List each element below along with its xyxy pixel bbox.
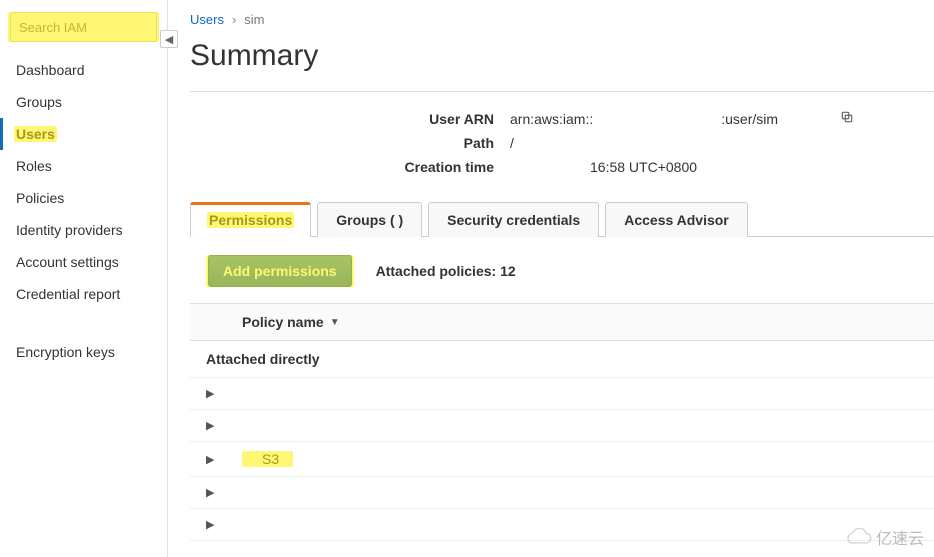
user-arn-label: User ARN [190,111,510,127]
user-creation-label: Creation time [190,159,510,175]
breadcrumb-users-link[interactable]: Users [190,12,224,27]
sort-caret-icon: ▼ [330,317,340,328]
user-path-value: / [510,135,514,151]
sidebar-item-label: Encryption keys [16,344,115,360]
tab-access-advisor[interactable]: Access Advisor [605,202,748,237]
sidebar-item-roles[interactable]: Roles [0,150,167,182]
table-row[interactable]: ▶ S3 [190,442,934,477]
main-content: Users › sim Summary User ARN arn:aws:iam… [168,0,934,557]
sidebar-item-credential-report[interactable]: Credential report [0,278,167,310]
table-row[interactable]: ▶ [190,509,934,541]
tab-groups[interactable]: Groups ( ) [317,202,422,237]
table-row[interactable]: ▶ [190,477,934,509]
sidebar-item-label: Account settings [16,254,119,270]
column-header-policy-name[interactable]: Policy name ▼ [230,304,352,340]
add-permissions-button[interactable]: Add permissions [208,255,352,287]
policy-table: Policy name ▼ Attached directly ▶ ▶ ▶ S3 [190,303,934,541]
policy-name: S3 [244,451,291,467]
tab-security-credentials[interactable]: Security credentials [428,202,599,237]
sidebar-item-identity-providers[interactable]: Identity providers [0,214,167,246]
table-header-row: Policy name ▼ [190,304,934,341]
tab-permissions[interactable]: Permissions [190,202,311,237]
sidebar-item-label: Dashboard [16,62,85,78]
attached-policies-count: Attached policies: 12 [376,263,516,279]
user-arn-prefix: arn:aws:iam:: [510,111,593,127]
sidebar-item-policies[interactable]: Policies [0,182,167,214]
sidebar-item-groups[interactable]: Groups [0,86,167,118]
collapse-sidebar-button[interactable]: ◀ [160,30,178,48]
tabs: Permissions Groups ( ) Security credenti… [190,201,934,237]
column-header-label: Policy name [242,314,324,330]
expand-icon: ▶ [206,387,230,400]
expand-icon: ▶ [206,419,230,432]
sidebar-item-encryption-keys[interactable]: Encryption keys [0,336,167,368]
tab-label: Permissions [209,212,292,228]
expand-icon: ▶ [206,486,230,499]
permissions-panel: Add permissions Attached policies: 12 Po… [190,237,934,541]
sidebar-item-label: Identity providers [16,222,123,238]
sidebar-item-label: Roles [16,158,52,174]
breadcrumb-current: sim [244,12,264,27]
breadcrumb: Users › sim [190,8,934,39]
tab-count: ( ) [390,212,403,228]
sidebar-item-users[interactable]: Users [0,118,167,150]
copy-arn-button[interactable] [840,110,854,127]
sidebar-item-label: Users [16,126,55,142]
expand-icon: ▶ [206,518,230,531]
sidebar-item-label: Groups [16,94,62,110]
user-path-label: Path [190,135,510,151]
table-row[interactable]: ▶ [190,410,934,442]
policy-group-header: Attached directly [190,341,934,378]
user-creation-value: 16:58 UTC+0800 [590,159,697,175]
sidebar-item-label: Policies [16,190,64,206]
sidebar-item-label: Credential report [16,286,120,302]
user-arn-suffix: :user/sim [721,111,778,127]
sidebar-item-dashboard[interactable]: Dashboard [0,54,167,86]
chevron-right-icon: › [232,12,236,27]
search-input[interactable] [10,12,157,42]
tab-label: Access Advisor [624,212,729,228]
expand-icon: ▶ [206,453,230,466]
sidebar-item-account-settings[interactable]: Account settings [0,246,167,278]
sidebar: ◀ Dashboard Groups Users Roles Policies … [0,0,168,557]
table-row[interactable]: ▶ [190,378,934,410]
tab-label: Security credentials [447,212,580,228]
user-info-block: User ARN arn:aws:iam:: :user/sim Path / … [190,106,934,179]
page-title: Summary [190,39,934,73]
tab-label: Groups [336,212,386,228]
copy-icon [840,110,854,124]
